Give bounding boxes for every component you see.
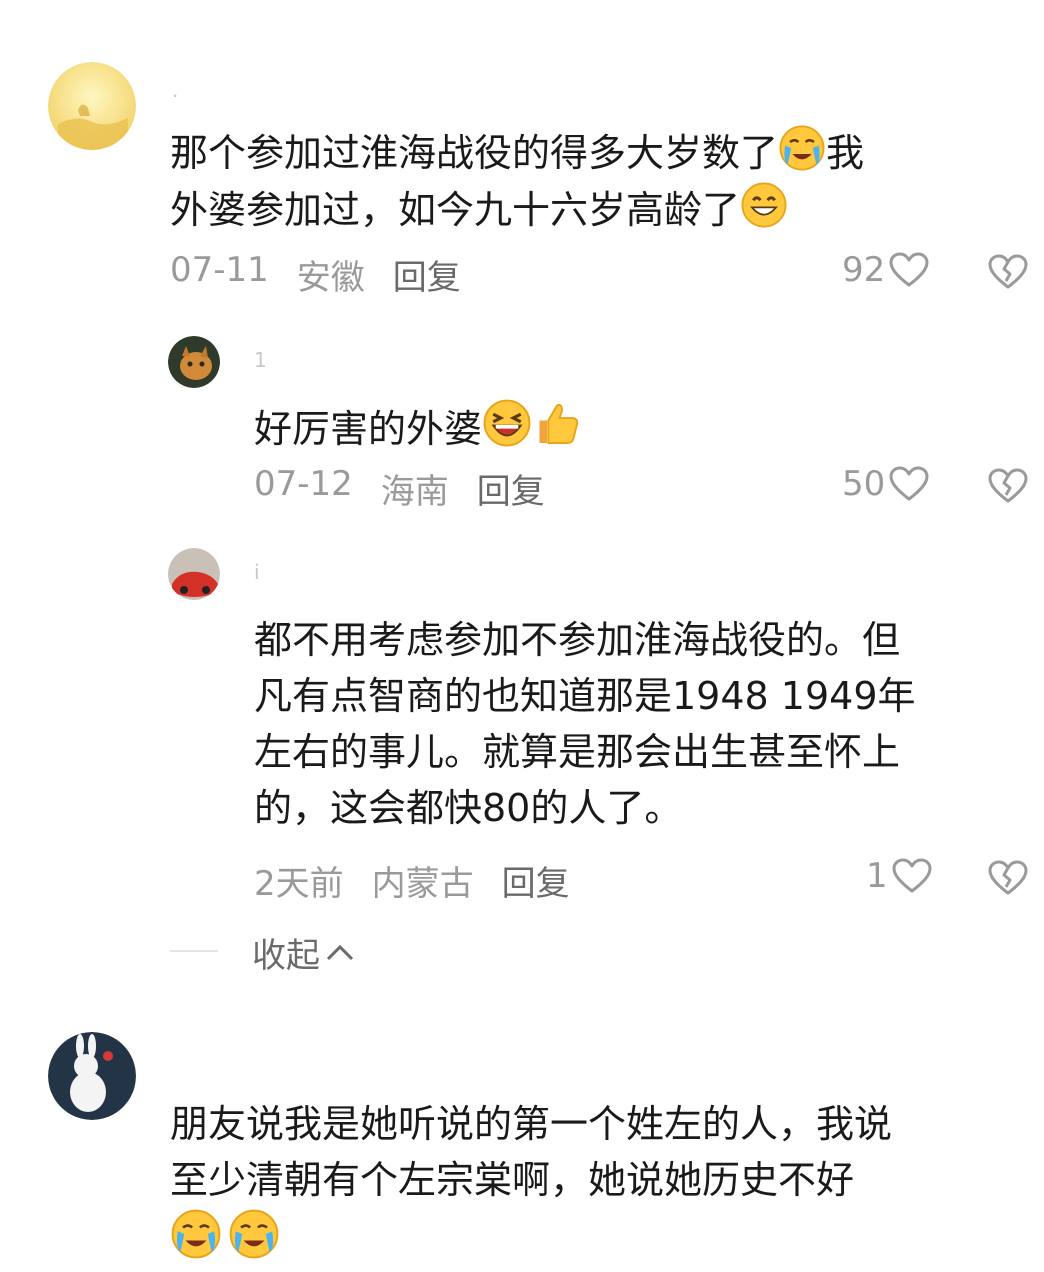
username[interactable]: 1 (254, 348, 267, 372)
thumbs-up-emoji (532, 398, 582, 448)
comment-text-line: 都不用考虑参加不参加淮海战役的。但 (254, 618, 901, 662)
reply-button[interactable]: 回复 (393, 250, 461, 299)
heart-outline-icon (889, 466, 929, 502)
comment-text-line: 那个参加过淮海战役的得多大岁数了 (170, 131, 779, 175)
comment-text-line-tail: 我 (826, 131, 865, 175)
comment-location: 安徽 (296, 258, 365, 298)
collapse-divider (170, 950, 218, 952)
comment-date: 07-12 (254, 464, 353, 504)
comment-text-line: 的，这会都快80的人了。 (254, 786, 683, 830)
comment-meta: 2天前 内蒙古 回复 (254, 856, 570, 905)
crying-face-emoji (170, 1208, 222, 1260)
like-button[interactable]: 92 (842, 250, 929, 290)
like-button[interactable]: 1 (866, 856, 932, 896)
comment-text-line: 好厉害的外婆 (254, 407, 483, 451)
collapse-label: 收起 (252, 936, 320, 976)
avatar[interactable] (48, 62, 136, 150)
username[interactable]: i (254, 560, 260, 584)
chevron-up-icon (326, 944, 354, 960)
comment-text-line: 至少清朝有个左宗棠啊，她说她历史不好 (170, 1158, 855, 1202)
like-count: 50 (842, 464, 886, 504)
comment-text: 朋友说我是她听说的第一个姓左的人，我说 至少清朝有个左宗棠啊，她说她历史不好 (170, 1096, 1030, 1269)
comment-text: 那个参加过淮海战役的得多大岁数了 我 外婆参加过，如今九十六岁高龄了 (170, 124, 1010, 238)
dislike-button[interactable] (988, 860, 1028, 900)
reply-button[interactable]: 回复 (502, 856, 570, 905)
comment-meta: 07-11 安徽 回复 (170, 250, 461, 299)
broken-heart-icon (988, 860, 1028, 896)
crying-face-emoji (228, 1208, 280, 1260)
dislike-button[interactable] (988, 254, 1028, 294)
comment-meta: 07-12 海南 回复 (254, 464, 545, 513)
like-button[interactable]: 50 (842, 464, 929, 504)
comment-text: 都不用考虑参加不参加淮海战役的。但 凡有点智商的也知道那是1948 1949年 … (254, 612, 1034, 836)
comment-date: 2天前 (254, 864, 344, 904)
heart-outline-icon (892, 858, 932, 894)
grinning-face-emoji (740, 181, 788, 229)
like-count: 92 (842, 250, 886, 290)
comment-text-line: 左右的事儿。就算是那会出生甚至怀上 (254, 730, 901, 774)
laughing-face-emoji (482, 398, 532, 448)
like-count: 1 (866, 856, 888, 896)
comment-text-line: 外婆参加过，如今九十六岁高龄了 (170, 188, 741, 232)
heart-outline-icon (889, 252, 929, 288)
collapse-button[interactable]: 收起 (252, 928, 356, 977)
comment-location: 海南 (380, 472, 449, 512)
dislike-button[interactable] (988, 468, 1028, 508)
crying-face-emoji (778, 124, 826, 172)
reply-button[interactable]: 回复 (477, 464, 545, 513)
broken-heart-icon (988, 254, 1028, 290)
avatar[interactable] (168, 548, 220, 600)
broken-heart-icon (988, 468, 1028, 504)
comment-text: 好厉害的外婆 (254, 398, 1014, 457)
comment-text-line: 朋友说我是她听说的第一个姓左的人，我说 (170, 1102, 893, 1146)
comment-text-line: 凡有点智商的也知道那是1948 1949年 (254, 674, 916, 718)
comment-date: 07-11 (170, 250, 269, 290)
comment-location: 内蒙古 (371, 864, 474, 904)
avatar[interactable] (168, 336, 220, 388)
avatar[interactable] (48, 1032, 136, 1120)
username[interactable]: . (172, 78, 178, 102)
